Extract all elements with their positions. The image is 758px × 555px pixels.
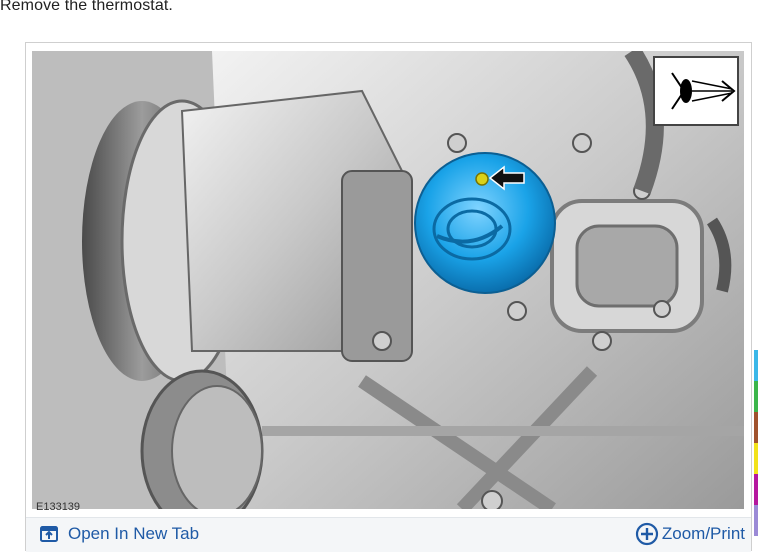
page: Remove the thermostat. E133139 Open In N… (0, 0, 758, 555)
step-instruction: Remove the thermostat. (0, 0, 173, 14)
strip-segment (754, 474, 758, 505)
zoom-print-link[interactable]: Zoom/Print (635, 522, 745, 546)
zoom-plus-icon (635, 522, 659, 546)
figure-container: E133139 Open In New Tab Zoom/Print (25, 42, 752, 552)
edge-color-strip (754, 350, 758, 540)
figure-toolbar: Open In New Tab Zoom/Print (26, 517, 751, 552)
open-in-new-tab-label: Open In New Tab (68, 524, 200, 543)
strip-segment (754, 350, 758, 381)
eye-view-icon (653, 56, 739, 126)
open-in-new-tab-link[interactable]: Open In New Tab (40, 524, 199, 544)
open-in-new-tab-icon (40, 526, 58, 542)
engine-illustration (32, 51, 744, 509)
strip-segment (754, 443, 758, 474)
figure-code: E133139 (36, 501, 81, 513)
strip-segment (754, 505, 758, 536)
zoom-print-label: Zoom/Print (661, 524, 745, 543)
strip-segment (754, 412, 758, 443)
strip-segment (754, 381, 758, 412)
